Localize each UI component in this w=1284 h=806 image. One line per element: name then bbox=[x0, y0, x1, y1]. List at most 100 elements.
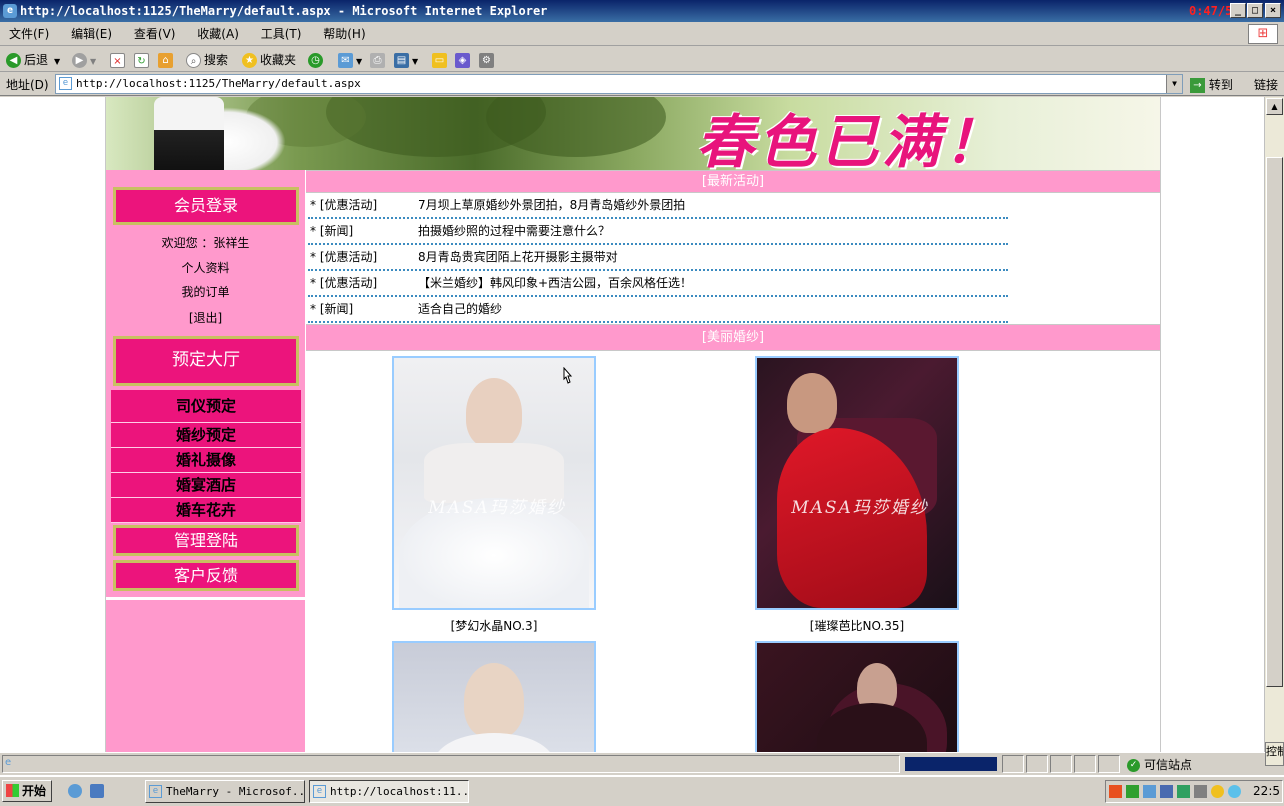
vertical-scrollbar[interactable]: ▲ bbox=[1264, 97, 1284, 752]
stop-icon: × bbox=[110, 53, 125, 68]
stop-button[interactable]: × bbox=[110, 50, 128, 70]
tray-display-icon[interactable] bbox=[1160, 785, 1173, 798]
gown-caption-1[interactable]: [梦幻水晶NO.3] bbox=[392, 617, 596, 634]
mail-button[interactable]: ✉ ▼ bbox=[338, 50, 362, 70]
menu-tools[interactable]: 工具(T) bbox=[252, 22, 311, 46]
star-icon: ★ bbox=[242, 53, 257, 68]
orders-link[interactable]: 我的订单 bbox=[106, 283, 305, 300]
address-dropdown-icon[interactable]: ▼ bbox=[1166, 75, 1182, 93]
gown-photo-2[interactable]: MASA玛莎婚纱 bbox=[755, 356, 959, 610]
tray-device-icon[interactable] bbox=[1194, 785, 1207, 798]
news-title[interactable]: 【米兰婚纱】韩风印象+西洁公园，百余风格任选！ bbox=[418, 271, 692, 295]
refresh-icon: ↻ bbox=[134, 53, 149, 68]
history-button[interactable]: ◷ bbox=[308, 50, 326, 70]
start-button[interactable]: 开始 bbox=[2, 780, 52, 802]
news-item[interactable]: * [优惠活动] 8月青岛贵宾团陌上花开摄影主摄带对 bbox=[308, 245, 1008, 271]
scroll-thumb[interactable] bbox=[1266, 157, 1283, 687]
refresh-button[interactable]: ↻ bbox=[134, 50, 152, 70]
tray-security-icon[interactable] bbox=[1177, 785, 1190, 798]
menu-favorites[interactable]: 收藏(A) bbox=[188, 22, 248, 46]
minimize-button[interactable]: _ bbox=[1230, 3, 1246, 18]
news-title[interactable]: 拍摄婚纱照的过程中需要注意什么？ bbox=[418, 219, 610, 243]
menu-view[interactable]: 查看(V) bbox=[125, 22, 185, 46]
search-button[interactable]: ⌕ 搜索 bbox=[186, 50, 228, 70]
start-label: 开始 bbox=[22, 784, 47, 798]
member-login-button[interactable]: 会员登录 bbox=[113, 187, 299, 225]
address-label: 地址(D) bbox=[6, 78, 49, 92]
search-label: 搜索 bbox=[204, 53, 229, 67]
news-title[interactable]: 适合自己的婚纱 bbox=[418, 297, 502, 321]
tray-sogou-icon[interactable] bbox=[1109, 785, 1122, 798]
news-category: * [优惠活动] bbox=[310, 276, 378, 290]
news-item[interactable]: * [新闻] 拍摄婚纱照的过程中需要注意什么？ bbox=[308, 219, 1008, 245]
address-input[interactable]: e http://localhost:1125/TheMarry/default… bbox=[55, 74, 1183, 94]
folder-icon: ▭ bbox=[432, 53, 447, 68]
go-arrow-icon: → bbox=[1190, 78, 1205, 93]
mail-dropdown-icon[interactable]: ▼ bbox=[356, 57, 362, 66]
menu-file[interactable]: 文件(F) bbox=[0, 22, 58, 46]
favorites-button[interactable]: ★ 收藏夹 bbox=[242, 50, 296, 70]
menu-edit[interactable]: 编辑(E) bbox=[62, 22, 121, 46]
ie-quicklaunch-icon[interactable] bbox=[68, 784, 82, 798]
forward-dropdown-icon[interactable]: ▼ bbox=[90, 57, 96, 66]
task-label: TheMarry - Microsof... bbox=[166, 785, 305, 798]
status-panel bbox=[1002, 755, 1024, 773]
booking-hall-button[interactable]: 预定大厅 bbox=[113, 336, 299, 386]
news-item[interactable]: * [新闻] 适合自己的婚纱 bbox=[308, 297, 1008, 323]
latest-activities-header: [最新活动] bbox=[306, 170, 1160, 193]
go-button[interactable]: → 转到 bbox=[1190, 76, 1233, 93]
back-dropdown-icon[interactable]: ▼ bbox=[54, 57, 60, 66]
news-item[interactable]: * [优惠活动] 7月坝上草原婚纱外景团拍，8月青岛婚纱外景团拍 bbox=[308, 193, 1008, 219]
tray-network-icon[interactable] bbox=[1126, 785, 1139, 798]
admin-login-button[interactable]: 管理登陆 bbox=[113, 525, 299, 556]
research-button[interactable]: ⚙ bbox=[479, 50, 497, 70]
gown-photo-1[interactable]: MASA玛莎婚纱 bbox=[392, 356, 596, 610]
nav-car-flowers[interactable]: 婚车花卉 bbox=[111, 498, 301, 523]
progress-bar bbox=[905, 757, 997, 771]
gown-photo-4[interactable] bbox=[755, 641, 959, 752]
maximize-button[interactable]: □ bbox=[1247, 3, 1263, 18]
history-icon: ◷ bbox=[308, 53, 323, 68]
gown-photo-3[interactable] bbox=[392, 641, 596, 752]
nav-banquet-hotel[interactable]: 婚宴酒店 bbox=[111, 473, 301, 498]
beautiful-gowns-header: [美丽婚纱] bbox=[306, 324, 1160, 351]
status-panel bbox=[1026, 755, 1048, 773]
folder-button[interactable]: ▭ bbox=[432, 50, 450, 70]
scroll-up-icon[interactable]: ▲ bbox=[1266, 98, 1283, 115]
feedback-button[interactable]: 客户反馈 bbox=[113, 560, 299, 591]
print-button[interactable]: ⎙ bbox=[370, 50, 388, 70]
desktop-quicklaunch-icon[interactable] bbox=[90, 784, 104, 798]
news-item[interactable]: * [优惠活动] 【米兰婚纱】韩风印象+西洁公园，百余风格任选！ bbox=[308, 271, 1008, 297]
menu-help[interactable]: 帮助(H) bbox=[314, 22, 374, 46]
profile-link[interactable]: 个人资料 bbox=[106, 259, 305, 276]
gown-caption-2[interactable]: [璀璨芭比NO.35] bbox=[755, 617, 959, 634]
back-arrow-icon: ◀ bbox=[6, 53, 21, 68]
news-title[interactable]: 8月青岛贵宾团陌上花开摄影主摄带对 bbox=[418, 245, 618, 269]
tray-messenger-icon[interactable] bbox=[1211, 785, 1224, 798]
ie-window-icon: e bbox=[313, 785, 326, 798]
windows-logo-icon: ⊞ bbox=[1248, 24, 1278, 44]
edit-button[interactable]: ▤ ▼ bbox=[394, 50, 418, 70]
nav-wedding-video[interactable]: 婚礼摄像 bbox=[111, 448, 301, 473]
home-button[interactable]: ⌂ bbox=[158, 50, 176, 70]
nav-gown-booking[interactable]: 婚纱预定 bbox=[111, 423, 301, 448]
close-button[interactable]: × bbox=[1265, 3, 1281, 18]
status-panel bbox=[1074, 755, 1096, 773]
edit-dropdown-icon[interactable]: ▼ bbox=[412, 57, 418, 66]
taskbar-item-themarry[interactable]: e TheMarry - Microsof... bbox=[145, 780, 305, 803]
messenger-button[interactable]: ◈ bbox=[455, 50, 473, 70]
taskbar-item-localhost[interactable]: e http://localhost:11... bbox=[309, 780, 469, 803]
windows-flag-icon bbox=[6, 784, 19, 797]
forward-button[interactable]: ▶ ▼ bbox=[72, 50, 96, 70]
side-panel-tab[interactable]: 控制 bbox=[1265, 742, 1284, 766]
tray-volume-icon[interactable] bbox=[1143, 785, 1156, 798]
gown-model bbox=[464, 663, 524, 738]
tray-update-icon[interactable] bbox=[1228, 785, 1241, 798]
back-button[interactable]: ◀ 后退 ▼ bbox=[6, 50, 60, 70]
nav-emcee-booking[interactable]: 司仪预定 bbox=[111, 390, 301, 423]
news-title[interactable]: 7月坝上草原婚纱外景团拍，8月青岛婚纱外景团拍 bbox=[418, 193, 685, 217]
logout-link[interactable]: [退出] bbox=[106, 309, 305, 326]
gown-model bbox=[787, 373, 837, 433]
tray-clock[interactable]: 22:5 bbox=[1253, 784, 1280, 798]
links-button[interactable]: 链接 bbox=[1254, 76, 1278, 93]
